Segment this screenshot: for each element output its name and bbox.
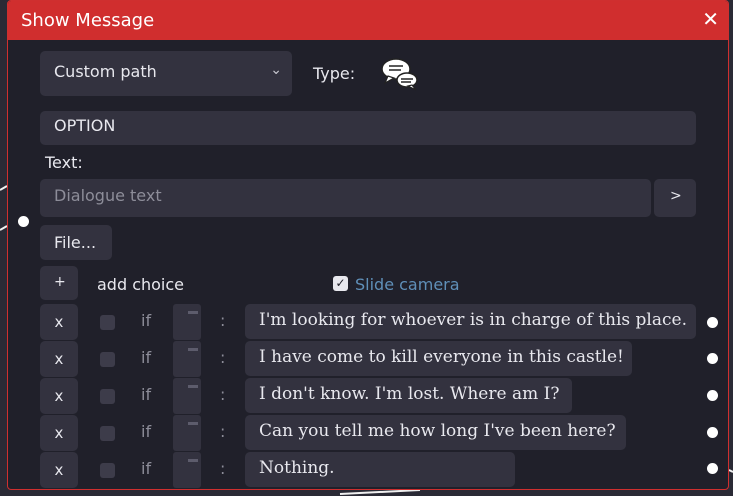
colon-label: : (220, 348, 226, 367)
text-label: Text: (45, 153, 83, 172)
add-choice-button[interactable]: + (40, 266, 78, 300)
if-label: if (141, 422, 152, 441)
colon-label: : (220, 422, 226, 441)
plus-icon: + (54, 274, 66, 290)
input-port[interactable] (18, 216, 29, 227)
if-label: if (141, 311, 152, 330)
add-choice-label: add choice (97, 275, 185, 294)
choice-checkbox[interactable] (100, 426, 115, 441)
output-port[interactable] (707, 353, 718, 364)
if-label: if (141, 385, 152, 404)
option-field[interactable]: OPTION (40, 111, 696, 145)
if-label: if (141, 459, 152, 478)
choice-text-field[interactable]: I don't know. I'm lost. Where am I? (245, 378, 572, 413)
path-dropdown[interactable]: Custom path ⌄ (40, 51, 292, 96)
choice-checkbox[interactable] (100, 352, 115, 367)
condition-field[interactable] (173, 452, 201, 488)
choice-text: I'm looking for whoever is in charge of … (259, 310, 687, 330)
colon-label: : (220, 459, 226, 478)
colon-label: : (220, 311, 226, 330)
window-title: Show Message (21, 10, 155, 31)
choice-checkbox[interactable] (100, 463, 115, 478)
remove-choice-button[interactable]: x (40, 415, 78, 451)
condition-field[interactable] (173, 378, 201, 414)
choice-text-field[interactable]: I'm looking for whoever is in charge of … (245, 304, 696, 339)
dialogue-input[interactable]: Dialogue text (40, 179, 651, 217)
path-dropdown-value: Custom path (54, 62, 157, 81)
option-field-value: OPTION (54, 116, 116, 135)
condition-field[interactable] (173, 304, 201, 340)
file-button-label: File... (54, 233, 97, 252)
title-bar[interactable]: Show Message ✕ (8, 1, 728, 40)
remove-choice-button[interactable]: x (40, 452, 78, 488)
condition-field[interactable] (173, 341, 201, 377)
output-port[interactable] (707, 463, 718, 474)
type-label: Type: (313, 64, 356, 83)
choice-text-field[interactable]: I have come to kill everyone in this cas… (245, 341, 632, 376)
output-port[interactable] (707, 390, 718, 401)
remove-choice-button[interactable]: x (40, 341, 78, 377)
speech-bubbles-icon[interactable] (381, 57, 419, 91)
choice-text-field[interactable]: Can you tell me how long I've been here? (245, 415, 626, 450)
choice-checkbox[interactable] (100, 389, 115, 404)
close-icon[interactable]: ✕ (702, 7, 719, 31)
output-port[interactable] (707, 317, 718, 328)
file-button[interactable]: File... (40, 225, 112, 260)
choice-text-field[interactable]: Nothing. (245, 452, 515, 487)
slide-camera-checkbox[interactable]: ✓ (333, 276, 348, 291)
output-port[interactable] (707, 427, 718, 438)
remove-choice-button[interactable]: x (40, 378, 78, 414)
choice-text: Nothing. (259, 458, 335, 478)
arrow-right-icon: > (670, 188, 682, 204)
dialogue-next-button[interactable]: > (654, 179, 696, 217)
dialogue-placeholder: Dialogue text (54, 186, 162, 205)
remove-choice-button[interactable]: x (40, 304, 78, 340)
choice-text: I have come to kill everyone in this cas… (259, 347, 624, 367)
condition-field[interactable] (173, 415, 201, 451)
slide-camera-label[interactable]: Slide camera (355, 275, 460, 294)
choice-text: I don't know. I'm lost. Where am I? (259, 384, 560, 404)
if-label: if (141, 348, 152, 367)
chevron-down-icon: ⌄ (270, 62, 282, 78)
colon-label: : (220, 385, 226, 404)
choice-checkbox[interactable] (100, 315, 115, 330)
choice-text: Can you tell me how long I've been here? (259, 421, 616, 441)
